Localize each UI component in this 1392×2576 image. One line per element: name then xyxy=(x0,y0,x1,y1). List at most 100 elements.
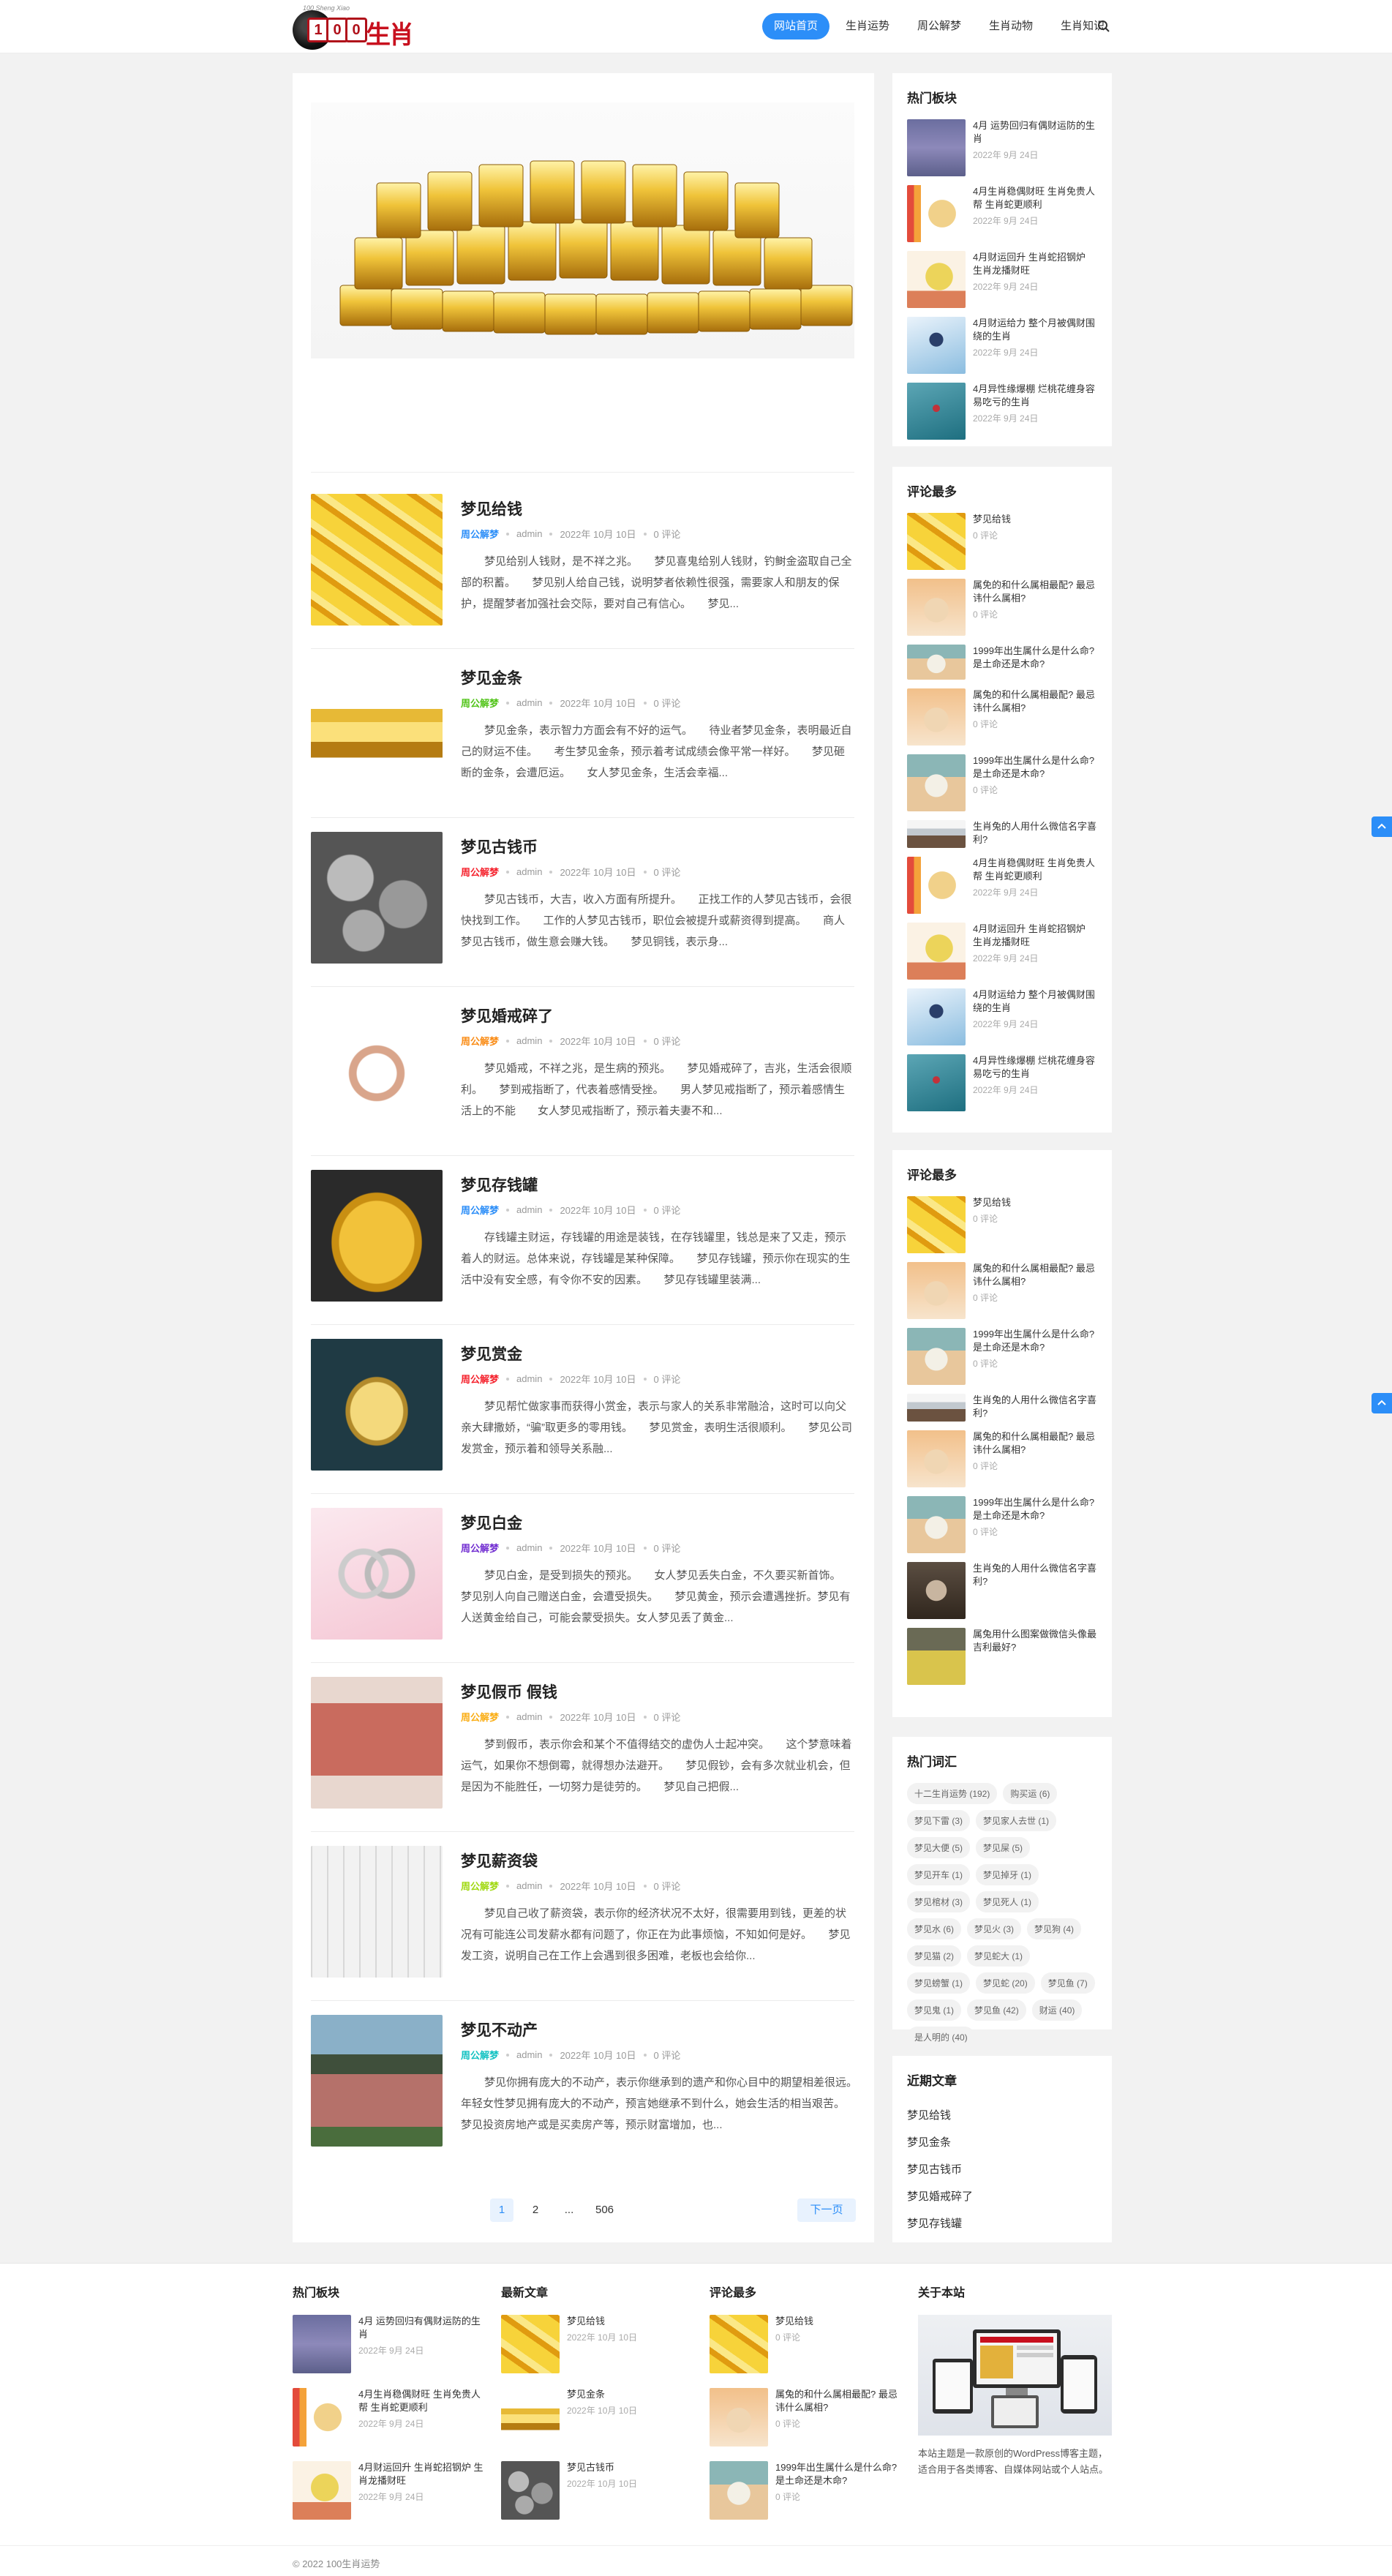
item-thumbnail[interactable] xyxy=(501,2388,560,2447)
item-thumbnail[interactable] xyxy=(907,688,966,746)
item-thumbnail[interactable] xyxy=(907,1628,966,1685)
footer-item[interactable]: 梦见给钱 0 评论 xyxy=(710,2315,903,2373)
post-thumbnail[interactable] xyxy=(311,1170,443,1302)
tag[interactable]: 购买运 (6) xyxy=(1003,1783,1058,1804)
post-title[interactable]: 梦见金条 xyxy=(461,666,522,688)
post-item[interactable]: 梦见金条 周公解梦 admin 2022年 10月 10日 0 评论 梦见金条，… xyxy=(311,663,854,818)
post-author[interactable]: admin xyxy=(516,1880,542,1891)
item-thumbnail[interactable] xyxy=(907,1496,966,1553)
post-item[interactable]: 梦见给钱 周公解梦 admin 2022年 10月 10日 0 评论 梦见给别人… xyxy=(311,494,854,649)
widget-item[interactable]: 属兔用什么图案做微信头像最吉利最好? xyxy=(907,1628,1097,1685)
tag[interactable]: 梦见家人去世 (1) xyxy=(976,1810,1057,1831)
tag[interactable]: 梦见大便 (5) xyxy=(907,1837,971,1858)
post-item[interactable]: 梦见赏金 周公解梦 admin 2022年 10月 10日 0 评论 梦见帮忙做… xyxy=(311,1339,854,1494)
nav-dreams[interactable]: 周公解梦 xyxy=(906,13,973,40)
item-thumbnail[interactable] xyxy=(907,119,966,176)
recent-link[interactable]: 梦见给钱 xyxy=(907,2102,1097,2129)
widget-item[interactable]: 4月财运回升 生肖蛇招钢炉 生肖龙播财旺 2022年 9月 24日 xyxy=(907,923,1097,980)
tag[interactable]: 梦见鱼 (7) xyxy=(1040,1972,1095,1994)
item-thumbnail[interactable] xyxy=(293,2315,351,2373)
item-title[interactable]: 属免的和什么属相最配? 最忌讳什么属相? xyxy=(973,579,1097,605)
item-thumbnail[interactable] xyxy=(907,923,966,980)
widget-item[interactable]: 梦见给钱 0 评论 xyxy=(907,513,1097,570)
item-title[interactable]: 梦见给钱 xyxy=(973,1196,1097,1209)
item-title[interactable]: 4月生肖稳偶财旺 生肖免贵人帮 生肖蛇更顺利 xyxy=(973,185,1097,211)
post-comments[interactable]: 0 评论 xyxy=(654,1710,681,1724)
widget-item[interactable]: 属兔的和什么属相最配? 最忌讳什么属相? 0 评论 xyxy=(907,1262,1097,1319)
scroll-up-button[interactable] xyxy=(1372,1393,1392,1413)
post-title[interactable]: 梦见存钱罐 xyxy=(461,1174,538,1195)
item-title[interactable]: 4月生肖稳偶财旺 生肖免贵人帮 生肖蛇更顺利 xyxy=(358,2388,486,2414)
item-title[interactable]: 4月财运回升 生肖蛇招钢炉 生肖龙播财旺 xyxy=(973,923,1097,949)
widget-item[interactable]: 1999年出生属什么是什么命? 是土命还是木命? xyxy=(907,645,1097,680)
post-comments[interactable]: 0 评论 xyxy=(654,1879,681,1893)
item-thumbnail[interactable] xyxy=(710,2388,768,2447)
post-category[interactable]: 周公解梦 xyxy=(461,1372,499,1386)
search-icon[interactable] xyxy=(1097,20,1110,33)
tag[interactable]: 梦见狗 (4) xyxy=(1027,1918,1082,1939)
post-comments[interactable]: 0 评论 xyxy=(654,1541,681,1555)
item-title[interactable]: 4月财运给力 整个月被偶财围绕的生肖 xyxy=(973,317,1097,343)
widget-item[interactable]: 生肖兔的人用什么微信名字喜利? xyxy=(907,1394,1097,1422)
widget-item[interactable]: 4月财运回升 生肖蛇招钢炉 生肖龙播财旺 2022年 9月 24日 xyxy=(907,251,1097,308)
footer-item[interactable]: 4月生肖稳偶财旺 生肖免贵人帮 生肖蛇更顺利 2022年 9月 24日 xyxy=(293,2388,486,2447)
post-comments[interactable]: 0 评论 xyxy=(654,527,681,541)
tag[interactable]: 梦见螃蟹 (1) xyxy=(907,1972,971,1994)
item-thumbnail[interactable] xyxy=(907,383,966,440)
post-title[interactable]: 梦见假币 假钱 xyxy=(461,1681,557,1702)
post-category[interactable]: 周公解梦 xyxy=(461,865,499,879)
post-category[interactable]: 周公解梦 xyxy=(461,1879,499,1893)
site-logo[interactable]: 100 Sheng Xiao 1 0 0 生肖 xyxy=(293,4,439,50)
footer-item[interactable]: 4月 运势回归有偶财运防的生肖 2022年 9月 24日 xyxy=(293,2315,486,2373)
page-last[interactable]: 506 xyxy=(591,2198,618,2222)
post-thumbnail[interactable] xyxy=(311,494,443,626)
item-title[interactable]: 4月财运给力 整个月被偶财围绕的生肖 xyxy=(973,988,1097,1015)
post-author[interactable]: admin xyxy=(516,2049,542,2060)
item-thumbnail[interactable] xyxy=(293,2461,351,2520)
post-author[interactable]: admin xyxy=(516,1711,542,1722)
widget-item[interactable]: 生肖兔的人用什么微信名字喜利? xyxy=(907,1562,1097,1619)
item-thumbnail[interactable] xyxy=(907,1394,966,1422)
tag[interactable]: 十二生肖运势 (192) xyxy=(907,1783,998,1804)
item-thumbnail[interactable] xyxy=(907,1262,966,1319)
item-thumbnail[interactable] xyxy=(907,513,966,570)
post-thumbnail[interactable] xyxy=(311,1001,443,1133)
widget-item[interactable]: 1999年出生属什么是什么命? 是土命还是木命? 0 评论 xyxy=(907,754,1097,811)
item-title[interactable]: 生肖兔的人用什么微信名字喜利? xyxy=(973,1562,1097,1588)
post-item[interactable]: 梦见婚戒碎了 周公解梦 admin 2022年 10月 10日 0 评论 梦见婚… xyxy=(311,1001,854,1156)
post-item[interactable]: 梦见不动产 周公解梦 admin 2022年 10月 10日 0 评论 梦见你拥… xyxy=(311,2015,854,2154)
item-title[interactable]: 1999年出生属什么是什么命? 是土命还是木命? xyxy=(973,754,1097,781)
post-comments[interactable]: 0 评论 xyxy=(654,1034,681,1048)
footer-item[interactable]: 4月财运回升 生肖蛇招钢炉 生肖龙播财旺 2022年 9月 24日 xyxy=(293,2461,486,2520)
post-comments[interactable]: 0 评论 xyxy=(654,696,681,710)
scroll-up-button[interactable] xyxy=(1372,816,1392,837)
item-title[interactable]: 1999年出生属什么是什么命? 是土命还是木命? xyxy=(973,645,1097,671)
widget-item[interactable]: 属兔的和什么属相最配? 最忌讳什么属相? 0 评论 xyxy=(907,1430,1097,1487)
widget-item[interactable]: 4月生肖稳偶财旺 生肖免贵人帮 生肖蛇更顺利 2022年 9月 24日 xyxy=(907,857,1097,914)
recent-link[interactable]: 梦见婚戒碎了 xyxy=(907,2183,1097,2210)
item-title[interactable]: 梦见给钱 xyxy=(973,513,1097,526)
item-thumbnail[interactable] xyxy=(293,2388,351,2447)
post-thumbnail[interactable] xyxy=(311,1508,443,1640)
item-thumbnail[interactable] xyxy=(501,2315,560,2373)
post-author[interactable]: admin xyxy=(516,1035,542,1046)
item-title[interactable]: 4月财运回升 生肖蛇招钢炉 生肖龙播财旺 xyxy=(973,251,1097,277)
page-link[interactable]: 2 xyxy=(524,2198,547,2222)
post-title[interactable]: 梦见赏金 xyxy=(461,1343,522,1364)
post-comments[interactable]: 0 评论 xyxy=(654,865,681,879)
post-comments[interactable]: 0 评论 xyxy=(654,1203,681,1217)
widget-item[interactable]: 生肖兔的人用什么微信名字喜利? xyxy=(907,820,1097,848)
post-item[interactable]: 梦见薪资袋 周公解梦 admin 2022年 10月 10日 0 评论 梦见自己… xyxy=(311,1846,854,2001)
tag[interactable]: 梦见掉牙 (1) xyxy=(976,1864,1039,1885)
item-title[interactable]: 梦见古钱币 xyxy=(567,2461,695,2474)
post-title[interactable]: 梦见不动产 xyxy=(461,2019,538,2040)
item-thumbnail[interactable] xyxy=(710,2315,768,2373)
widget-item[interactable]: 4月异性缘爆棚 烂桃花缠身容易吃亏的生肖 2022年 9月 24日 xyxy=(907,383,1097,440)
tag[interactable]: 梦见棺材 (3) xyxy=(907,1891,971,1912)
item-thumbnail[interactable] xyxy=(907,754,966,811)
item-thumbnail[interactable] xyxy=(907,579,966,636)
post-category[interactable]: 周公解梦 xyxy=(461,1710,499,1724)
item-title[interactable]: 梦见金条 xyxy=(567,2388,695,2401)
item-title[interactable]: 4月生肖稳偶财旺 生肖免贵人帮 生肖蛇更顺利 xyxy=(973,857,1097,883)
post-title[interactable]: 梦见婚戒碎了 xyxy=(461,1005,553,1026)
